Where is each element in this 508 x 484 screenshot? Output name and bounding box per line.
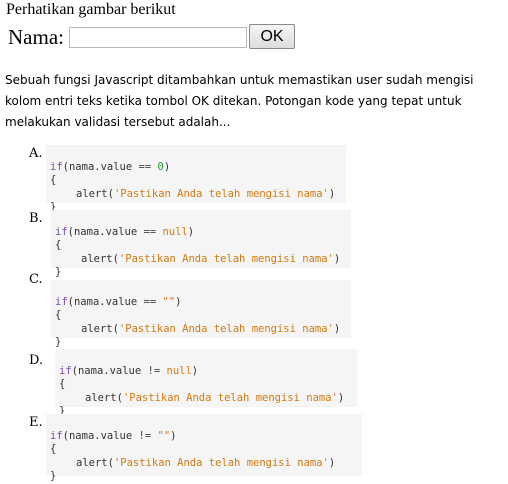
code-value: null	[166, 364, 192, 377]
code-cond: (nama.value	[71, 364, 148, 377]
code-open-brace: {	[55, 309, 62, 321]
question-text: Sebuah fungsi Javascript ditambahkan unt…	[5, 73, 474, 129]
code-string: 'Pastikan Anda telah mengisi nama'	[113, 456, 329, 469]
code-string: 'Pastikan Anda telah mengisi nama'	[118, 252, 334, 265]
code-value: ""	[162, 295, 176, 308]
code-operator: !=	[138, 429, 152, 442]
code-alert: alert(	[81, 322, 119, 335]
code-operator: ==	[138, 160, 152, 173]
code-paren: )	[328, 187, 336, 200]
code-cond: (nama.value	[67, 295, 144, 308]
code-close-brace: }	[55, 266, 62, 278]
option-a-letter: A.	[29, 146, 43, 161]
code-value: ""	[157, 429, 171, 442]
ok-button[interactable]: OK	[249, 24, 295, 49]
option-c-code: if(nama.value == "") { alert('Pastikan And…	[51, 280, 351, 348]
option-e-letter: E.	[29, 415, 43, 430]
code-open-brace: {	[50, 174, 57, 186]
code-paren: )	[333, 322, 341, 335]
code-paren: )	[333, 252, 341, 265]
option-d-letter: D.	[29, 353, 44, 368]
code-paren: )	[175, 295, 182, 308]
code-close-brace: }	[50, 470, 57, 482]
code-paren: )	[163, 160, 171, 173]
code-string: 'Pastikan Anda telah mengisi nama'	[122, 391, 338, 404]
code-alert: alert(	[81, 252, 119, 265]
caption-text: Perhatikan gambar berikut	[6, 1, 176, 18]
nama-label: Nama:	[8, 24, 64, 49]
option-a-code: if(nama.value == 0){alert('Pastikan Anda…	[46, 145, 346, 213]
code-operator: ==	[143, 225, 157, 238]
code-paren: )	[337, 391, 345, 404]
code-keyword: if	[50, 160, 63, 173]
code-paren: )	[187, 225, 195, 238]
code-keyword: if	[59, 364, 72, 377]
code-keyword: if	[55, 225, 68, 238]
code-string: 'Pastikan Anda telah mengisi nama'	[118, 322, 334, 335]
code-string: 'Pastikan Anda telah mengisi nama'	[113, 187, 329, 200]
nama-field-row: Nama:	[8, 24, 247, 50]
code-alert: alert(	[85, 391, 123, 404]
code-close-brace: }	[55, 336, 62, 348]
code-open-brace: {	[50, 443, 57, 455]
option-d-code: if(nama.value != null) { alert('Pastikan A…	[55, 349, 357, 417]
code-keyword: if	[50, 429, 63, 442]
code-operator: ==	[143, 295, 157, 308]
nama-input[interactable]	[68, 26, 247, 48]
option-c-letter: C.	[29, 272, 43, 287]
code-cond: (nama.value	[62, 160, 139, 173]
option-b-code: if(nama.value == null) { alert('Pastikan A…	[51, 210, 351, 278]
code-value: null	[162, 225, 188, 238]
code-alert: alert(	[76, 456, 114, 469]
code-cond: (nama.value	[67, 225, 144, 238]
code-operator: !=	[147, 364, 161, 377]
code-cond: (nama.value	[62, 429, 139, 442]
option-e-code: if(nama.value != "") { alert('Pastikan And…	[46, 414, 362, 482]
code-paren: )	[170, 429, 177, 442]
code-alert: alert(	[76, 187, 114, 200]
code-paren: )	[191, 364, 199, 377]
code-keyword: if	[55, 295, 68, 308]
option-b-letter: B.	[29, 211, 43, 226]
code-open-brace: {	[55, 239, 62, 251]
code-open-brace: {	[59, 378, 66, 390]
code-paren: )	[328, 456, 336, 469]
